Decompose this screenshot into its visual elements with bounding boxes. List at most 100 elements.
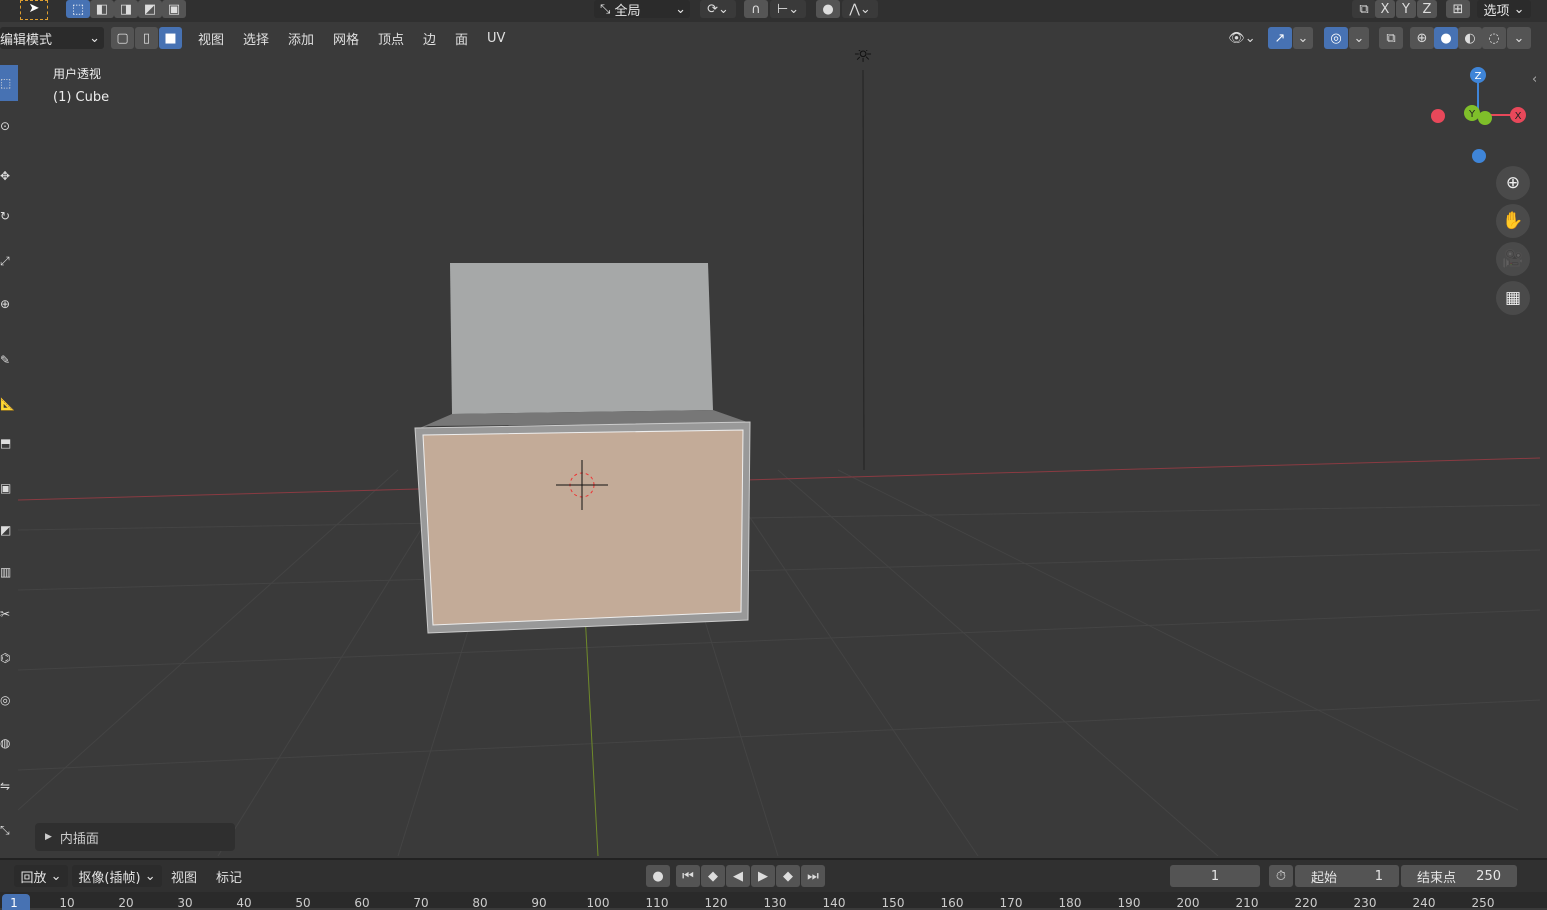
menu-add[interactable]: 添加	[282, 27, 320, 49]
view-name: 用户透视	[53, 67, 102, 81]
orientation-value: 全局	[614, 3, 641, 19]
mirror-y-toggle[interactable]: Y	[1396, 0, 1416, 18]
shading-dropdown[interactable]: ⌄	[1507, 27, 1531, 49]
transform-tool-icon[interactable]: ⊕	[0, 286, 18, 322]
zoom-icon[interactable]: ⊕	[1496, 166, 1530, 200]
operator-label: 内插面	[59, 831, 99, 847]
jump-start-icon[interactable]: ⏮	[676, 865, 700, 887]
shrink-tool-icon[interactable]: ⤡	[0, 812, 18, 848]
select-subtract-mode-icon[interactable]: ◨	[114, 0, 138, 18]
end-frame-field[interactable]: 结束点 250	[1401, 865, 1517, 887]
chevron-down-icon: ⌄	[675, 1, 686, 17]
xray-toggle-icon[interactable]: ⧉	[1379, 27, 1403, 49]
mirror-x-toggle[interactable]: X	[1375, 0, 1395, 18]
viewport-3d[interactable]: ☼	[18, 50, 1540, 856]
auto-merge-icon[interactable]: ⊞	[1446, 0, 1470, 18]
mirror-icon[interactable]: ⧉	[1352, 0, 1376, 18]
timeline-view-menu[interactable]: 视图	[165, 865, 203, 887]
menu-select[interactable]: 选择	[237, 27, 275, 49]
neg-x-axis-dot[interactable]	[1431, 109, 1445, 123]
gizmo-dropdown[interactable]: ⌄	[1293, 27, 1313, 49]
poly-build-tool-icon[interactable]: ⌬	[0, 640, 18, 676]
options-dropdown[interactable]: 选项 ⌄	[1477, 0, 1531, 19]
scale-tool-icon[interactable]: ⤢	[0, 243, 18, 279]
overlays-toggle-icon[interactable]: ◎	[1324, 27, 1348, 49]
play-icon[interactable]: ▶	[751, 865, 775, 887]
wireframe-shading-icon[interactable]: ⊕	[1410, 27, 1434, 49]
menu-uv[interactable]: UV	[481, 27, 511, 49]
navigation-gizmo[interactable]: Z X Y	[1420, 60, 1540, 170]
select-invert-mode-icon[interactable]: ◩	[138, 0, 162, 18]
playback-menu[interactable]: 回放 ⌄	[14, 865, 68, 887]
extrude-tool-icon[interactable]: ⬒	[0, 425, 18, 461]
menu-mesh[interactable]: 网格	[327, 27, 365, 49]
edge-slide-tool-icon[interactable]: ⇋	[0, 768, 18, 804]
transform-orientation-dropdown[interactable]: ⤡ 全局 ⌄	[594, 0, 690, 19]
snap-target-icon[interactable]: ⊢⌄	[770, 0, 806, 18]
annotate-tool-icon[interactable]: ✎	[0, 342, 18, 378]
x-axis-line	[18, 457, 1540, 501]
proportional-edit-icon[interactable]: ●	[816, 0, 840, 18]
menu-face[interactable]: 面	[449, 27, 474, 49]
cube-top-flap	[450, 263, 713, 414]
last-operator-panel[interactable]: ▶ 内插面	[35, 823, 235, 851]
preview-range-icon[interactable]: ⏱	[1269, 865, 1293, 887]
vertex-select-icon[interactable]: ▢	[111, 27, 134, 49]
light-line	[862, 69, 865, 471]
menu-edge[interactable]: 边	[417, 27, 442, 49]
spin-tool-icon[interactable]: ◎	[0, 682, 18, 718]
inset-tool-icon[interactable]: ▣	[0, 470, 18, 506]
start-frame-field[interactable]: 起始 1	[1295, 865, 1399, 887]
x-label: X	[1515, 111, 1522, 122]
cursor-tool-icon[interactable]: ⊙	[0, 108, 18, 144]
mode-dropdown[interactable]: 编辑模式 ⌄	[0, 27, 104, 49]
select-intersect-mode-icon[interactable]: ▣	[162, 0, 186, 18]
cube-selected-face	[422, 429, 744, 626]
select-tool-icon[interactable]: ➤	[20, 0, 48, 20]
camera-view-icon[interactable]: 🎥	[1496, 242, 1530, 276]
prev-keyframe-icon[interactable]: ◆	[701, 865, 725, 887]
measure-tool-icon[interactable]: 📐	[0, 386, 18, 422]
select-box-tool-icon[interactable]: ⬚	[0, 65, 18, 101]
sidebar-toggle-icon[interactable]: ‹	[1532, 72, 1537, 87]
pan-hand-icon[interactable]: ✋	[1496, 204, 1530, 238]
marker-menu[interactable]: 标记	[210, 865, 248, 887]
perspective-grid-icon[interactable]: ▦	[1496, 281, 1530, 315]
visibility-eye-icon[interactable]: 👁⌄	[1224, 27, 1260, 49]
overlays-dropdown[interactable]: ⌄	[1349, 27, 1369, 49]
rendered-shading-icon[interactable]: ◌	[1482, 27, 1506, 49]
expand-triangle-icon: ▶	[45, 832, 52, 842]
face-select-icon[interactable]: ■	[159, 27, 182, 49]
neg-y-axis-dot[interactable]	[1478, 111, 1492, 125]
snap-icon[interactable]: ∩	[744, 0, 768, 18]
move-tool-icon[interactable]: ✥	[0, 158, 18, 194]
edge-select-icon[interactable]: ▯	[135, 27, 158, 49]
falloff-icon[interactable]: ⋀⌄	[842, 0, 878, 18]
play-reverse-icon[interactable]: ◀	[726, 865, 750, 887]
start-value: 1	[1374, 868, 1383, 884]
neg-z-axis-dot[interactable]	[1472, 149, 1486, 163]
select-new-mode-icon[interactable]: ⬚	[66, 0, 90, 18]
bevel-tool-icon[interactable]: ◩	[0, 512, 18, 548]
material-shading-icon[interactable]: ◐	[1458, 27, 1482, 49]
options-label: 选项	[1483, 3, 1510, 19]
pivot-point-icon[interactable]: ⟳⌄	[700, 0, 736, 18]
current-frame-field[interactable]: 1	[1170, 865, 1260, 887]
smooth-tool-icon[interactable]: ◍	[0, 725, 18, 761]
jump-end-icon[interactable]: ⏭	[801, 865, 825, 887]
mirror-z-toggle[interactable]: Z	[1417, 0, 1437, 18]
gizmo-toggle-icon[interactable]: ↗	[1268, 27, 1292, 49]
menu-vertex[interactable]: 顶点	[372, 27, 410, 49]
solid-shading-icon[interactable]: ●	[1434, 27, 1458, 49]
loop-cut-tool-icon[interactable]: ▥	[0, 554, 18, 590]
rotate-tool-icon[interactable]: ↻	[0, 198, 18, 234]
knife-tool-icon[interactable]: ✂	[0, 596, 18, 632]
keying-menu[interactable]: 抠像(插帧) ⌄	[72, 865, 162, 887]
y-label: Y	[1468, 109, 1476, 120]
object-name: (1) Cube	[53, 90, 110, 105]
record-icon[interactable]: ●	[646, 865, 670, 887]
next-keyframe-icon[interactable]: ◆	[776, 865, 800, 887]
end-value: 250	[1476, 868, 1501, 884]
select-extend-mode-icon[interactable]: ◧	[90, 0, 114, 18]
menu-view[interactable]: 视图	[192, 27, 230, 49]
